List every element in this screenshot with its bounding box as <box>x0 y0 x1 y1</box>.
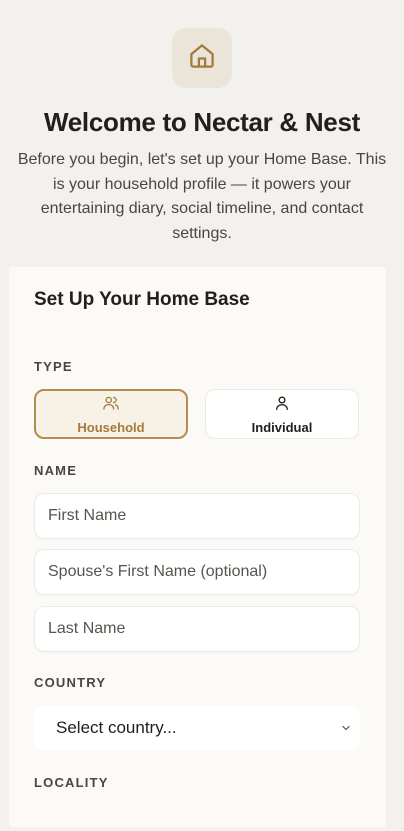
type-label: TYPE <box>34 359 73 374</box>
name-label: NAME <box>34 463 78 478</box>
intro-text: Before you begin, let's set up your Home… <box>17 151 387 242</box>
house-icon <box>187 41 217 76</box>
last-name-input[interactable] <box>35 607 359 651</box>
spouse-name-field[interactable] <box>34 549 360 595</box>
app-logo <box>172 28 232 88</box>
user-icon <box>273 394 291 417</box>
household-label: Household <box>77 419 145 435</box>
users-icon <box>102 394 120 417</box>
home-base-form: Set Up Your Home Base TYPE Household Ind… <box>9 267 386 827</box>
first-name-input[interactable] <box>35 494 359 538</box>
spouse-name-input[interactable] <box>35 550 359 594</box>
country-label: COUNTRY <box>34 675 107 690</box>
form-title: Set Up Your Home Base <box>34 289 250 310</box>
first-name-field[interactable] <box>34 493 360 539</box>
page-title: Welcome to Nectar & Nest <box>44 107 360 137</box>
individual-option[interactable]: Individual <box>205 389 359 439</box>
country-select[interactable]: Select country... <box>34 706 360 750</box>
welcome-header: Welcome to Nectar & Nest Before you begi… <box>0 28 404 246</box>
chevron-down-icon <box>332 722 360 734</box>
last-name-field[interactable] <box>34 606 360 652</box>
locality-label: LOCALITY <box>34 775 109 790</box>
country-select-value: Select country... <box>56 718 177 737</box>
individual-label: Individual <box>251 419 313 435</box>
household-option[interactable]: Household <box>34 389 188 439</box>
